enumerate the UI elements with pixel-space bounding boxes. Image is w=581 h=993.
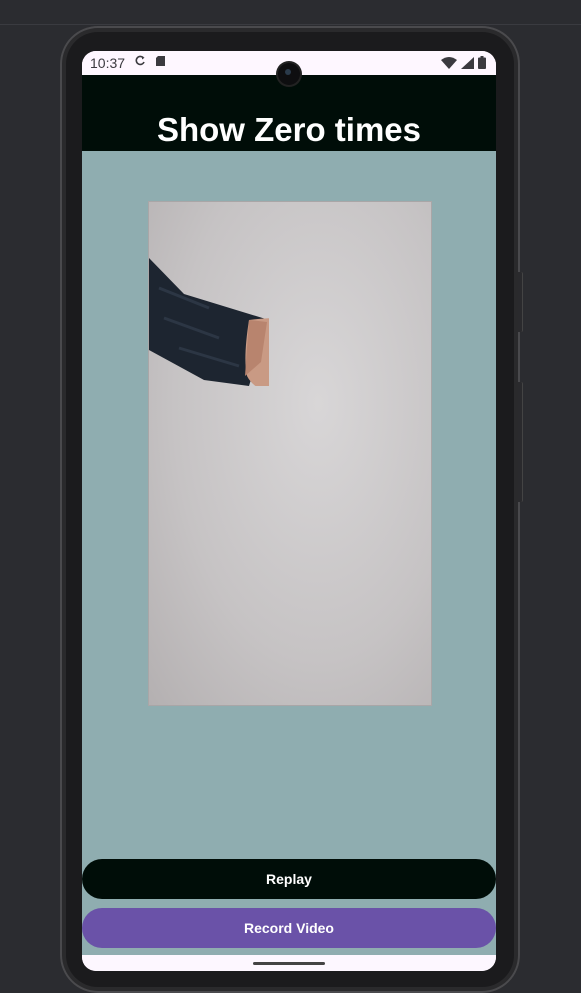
sync-icon	[135, 55, 145, 66]
status-right-icons	[441, 56, 486, 69]
app-header: Show Zero times	[82, 75, 496, 151]
main-content: Replay Record Video	[82, 151, 496, 955]
page-title: Show Zero times	[156, 111, 422, 148]
status-time: 10:37	[90, 55, 126, 71]
phone-screen: 10:37 Show Zero times Replay Record Vide…	[82, 51, 496, 971]
status-left-icons	[134, 55, 166, 70]
gesture-nav-bar	[82, 955, 496, 971]
power-button[interactable]	[518, 272, 523, 332]
front-camera	[278, 63, 300, 85]
wifi-icon	[441, 56, 457, 69]
home-gesture-handle[interactable]	[253, 962, 325, 965]
fist-image	[149, 258, 269, 386]
volume-button[interactable]	[518, 382, 523, 502]
replay-button[interactable]: Replay	[82, 859, 496, 899]
emulator-toolbar-strip	[0, 0, 581, 25]
battery-icon	[478, 56, 486, 69]
sd-card-icon	[156, 56, 166, 66]
record-video-button[interactable]: Record Video	[82, 908, 496, 948]
video-preview[interactable]	[148, 201, 432, 706]
signal-icon	[461, 56, 474, 69]
